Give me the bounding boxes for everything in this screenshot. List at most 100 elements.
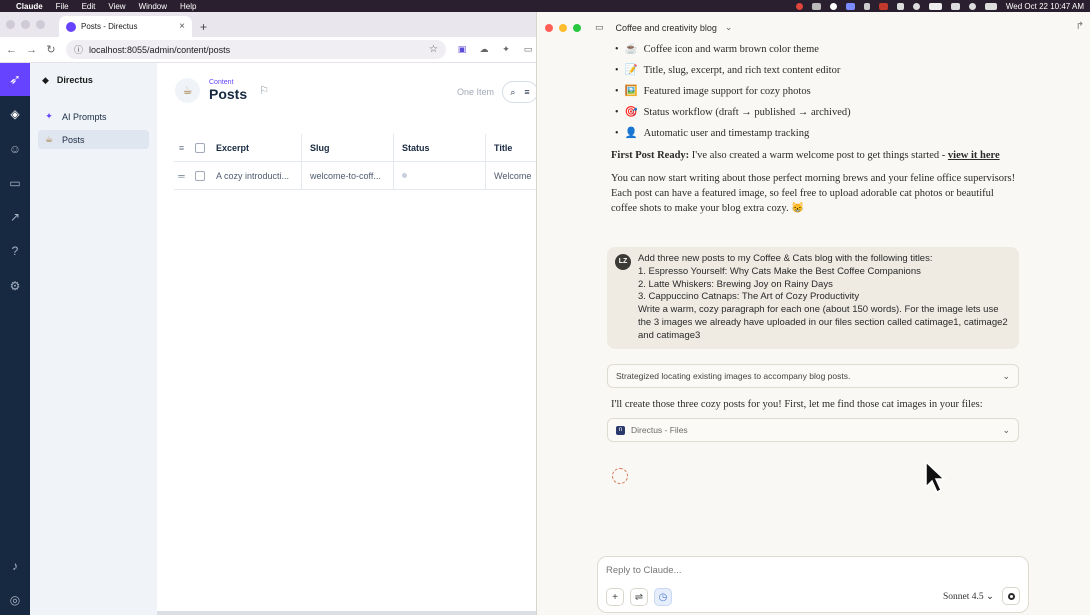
loading-spinner-icon — [612, 468, 628, 484]
new-tab-button[interactable]: + — [200, 20, 207, 34]
column-header-title[interactable]: Title — [486, 134, 540, 161]
reload-icon[interactable]: ↻ — [46, 43, 56, 56]
column-header-slug[interactable]: Slug — [302, 134, 394, 161]
extension-icon[interactable]: ▣ — [456, 44, 468, 55]
add-attachment-button[interactable]: + — [606, 588, 624, 606]
chevron-down-icon[interactable]: ⌄ — [1002, 425, 1010, 436]
address-bar[interactable]: ⓘ localhost:8055/admin/content/posts ☆ — [66, 40, 446, 59]
bookmark-status-icon[interactable] — [896, 2, 904, 10]
brightness-icon[interactable] — [829, 2, 837, 10]
content-module-icon[interactable]: ◈ — [0, 107, 30, 121]
control-center-icon[interactable] — [984, 2, 997, 10]
bookmark-star-icon[interactable]: ☆ — [429, 44, 438, 55]
menu-window[interactable]: Window — [139, 2, 167, 11]
record-status-icon[interactable] — [795, 2, 803, 10]
sort-icon[interactable]: ≡ — [174, 143, 189, 153]
wifi-icon[interactable] — [950, 2, 960, 10]
row-checkbox[interactable] — [189, 170, 210, 181]
battery-icon[interactable] — [928, 2, 942, 10]
users-module-icon[interactable]: ☺ — [0, 142, 30, 156]
maximize-window-button[interactable] — [573, 23, 581, 32]
bullet-emoji: 📝 — [624, 65, 638, 76]
sidebar-toggle-icon[interactable]: ▭ — [522, 44, 534, 55]
list-item: • ☕ Coffee icon and warm brown color theme — [615, 44, 819, 55]
voice-mode-button[interactable] — [1002, 587, 1020, 605]
menu-app-name[interactable]: Claude — [16, 2, 43, 11]
close-window-button[interactable] — [6, 20, 15, 29]
bullet-text: Status workflow (draft → published → arc… — [643, 107, 851, 118]
nav-item-label: Posts — [62, 134, 85, 145]
tool-call-toggle[interactable]: n Directus - Files ⌄ — [607, 418, 1019, 442]
chevron-down-icon[interactable]: ⌄ — [1002, 371, 1010, 382]
menu-view[interactable]: View — [108, 2, 125, 11]
thinking-summary-toggle[interactable]: Strategized locating existing images to … — [607, 364, 1019, 388]
reply-input[interactable] — [606, 565, 906, 576]
notifications-bell-icon[interactable]: ♪ — [0, 559, 30, 573]
help-module-icon[interactable]: ? — [0, 244, 30, 258]
thinking-label: Strategized locating existing images to … — [616, 371, 851, 381]
breadcrumb[interactable]: Content — [209, 79, 247, 86]
tools-settings-button[interactable]: ⇌ — [630, 588, 648, 606]
directus-favicon-icon — [66, 21, 76, 32]
minimize-window-button[interactable] — [21, 20, 30, 29]
vpn-icon[interactable] — [912, 2, 920, 10]
page-header: ☕ Content Posts ⚐ One Item ⌕ ≡ — [157, 63, 540, 118]
menubar-clock[interactable]: Wed Oct 22 10:47 AM — [1006, 2, 1084, 11]
bullet-emoji: 🎯 — [624, 107, 638, 118]
settings-gear-icon[interactable]: ⚙ — [0, 279, 30, 293]
claude-window: ▭ Coffee and creativity blog ⌄ ↱ • ☕ Coffe… — [536, 12, 1090, 615]
bookmark-icon[interactable]: ⚐ — [259, 84, 269, 97]
close-window-button[interactable] — [545, 23, 553, 32]
message-line: 3. Cappuccino Catnaps: The Art of Cozy P… — [638, 291, 860, 303]
reply-composer: + ⇌ ◷ Sonnet 4.5 ⌄ — [597, 556, 1029, 613]
project-header[interactable]: ◆ Directus — [30, 71, 157, 89]
column-header-excerpt[interactable]: Excerpt — [210, 134, 302, 161]
menu-help[interactable]: Help — [180, 2, 196, 11]
maximize-window-button[interactable] — [36, 20, 45, 29]
select-all-checkbox[interactable] — [189, 142, 210, 153]
column-header-status[interactable]: Status — [394, 134, 486, 161]
forward-arrow-icon[interactable]: → — [26, 44, 37, 56]
model-name: Sonnet 4.5 — [943, 592, 984, 602]
files-module-icon[interactable]: ▭ — [0, 176, 30, 190]
cloud-status-icon[interactable] — [811, 2, 821, 10]
user-profile-icon[interactable]: ◎ — [0, 593, 30, 607]
site-info-icon[interactable]: ⓘ — [74, 43, 83, 56]
extension-status-icon[interactable] — [878, 2, 888, 10]
insights-module-icon[interactable]: ↗ — [0, 210, 30, 224]
filter-icon[interactable]: ≡ — [524, 87, 529, 97]
extension-cloud-icon[interactable]: ☁ — [478, 44, 490, 55]
search-icon[interactable]: ⌕ — [510, 87, 515, 98]
horizontal-scrollbar[interactable] — [157, 611, 540, 615]
directus-logo-icon[interactable]: ➶ — [0, 63, 30, 96]
shield-icon[interactable] — [863, 2, 870, 10]
screen-share-icon[interactable] — [845, 2, 855, 10]
minimize-window-button[interactable] — [559, 23, 567, 32]
message-line: 1. Espresso Yourself: Why Cats Make the … — [638, 265, 921, 277]
share-icon[interactable]: ↱ — [1076, 21, 1084, 32]
list-item: • 📝 Title, slug, excerpt, and rich text co… — [615, 65, 841, 76]
bullet-text: Featured image support for cozy photos — [643, 86, 811, 97]
nav-item-posts[interactable]: ☕ Posts — [38, 130, 149, 149]
header-actions: One Item ⌕ ≡ — [457, 81, 538, 103]
user-message: LZ Add three new posts to my Coffee & Ca… — [607, 247, 1019, 349]
chat-title[interactable]: Coffee and creativity blog — [616, 23, 717, 33]
chevron-down-icon[interactable]: ⌄ — [725, 22, 733, 33]
nav-item-ai-prompts[interactable]: ✦ AI Prompts — [38, 107, 149, 126]
extensions-puzzle-icon[interactable]: ✦ — [500, 44, 512, 55]
drag-handle-icon[interactable]: ═ — [174, 171, 189, 181]
message-line: Write a warm, cozy paragraph for each on… — [638, 304, 1008, 341]
browser-tab-posts[interactable]: Posts - Directus × — [59, 16, 192, 37]
search-filter-control[interactable]: ⌕ ≡ — [502, 81, 538, 103]
close-tab-icon[interactable]: × — [179, 21, 185, 32]
extended-thinking-clock-button[interactable]: ◷ — [654, 588, 672, 606]
table-row[interactable]: ═ A cozy introducti... welcome-to-coff..… — [174, 162, 540, 190]
menu-edit[interactable]: Edit — [82, 2, 96, 11]
view-post-link[interactable]: view it here — [948, 150, 1000, 161]
model-selector[interactable]: Sonnet 4.5 ⌄ — [943, 591, 994, 602]
spotlight-search-icon[interactable] — [968, 2, 976, 10]
menu-file[interactable]: File — [56, 2, 69, 11]
sidebar-toggle-icon[interactable]: ▭ — [595, 22, 604, 33]
back-arrow-icon[interactable]: ← — [6, 44, 17, 56]
first-post-label: First Post Ready: — [611, 150, 690, 161]
